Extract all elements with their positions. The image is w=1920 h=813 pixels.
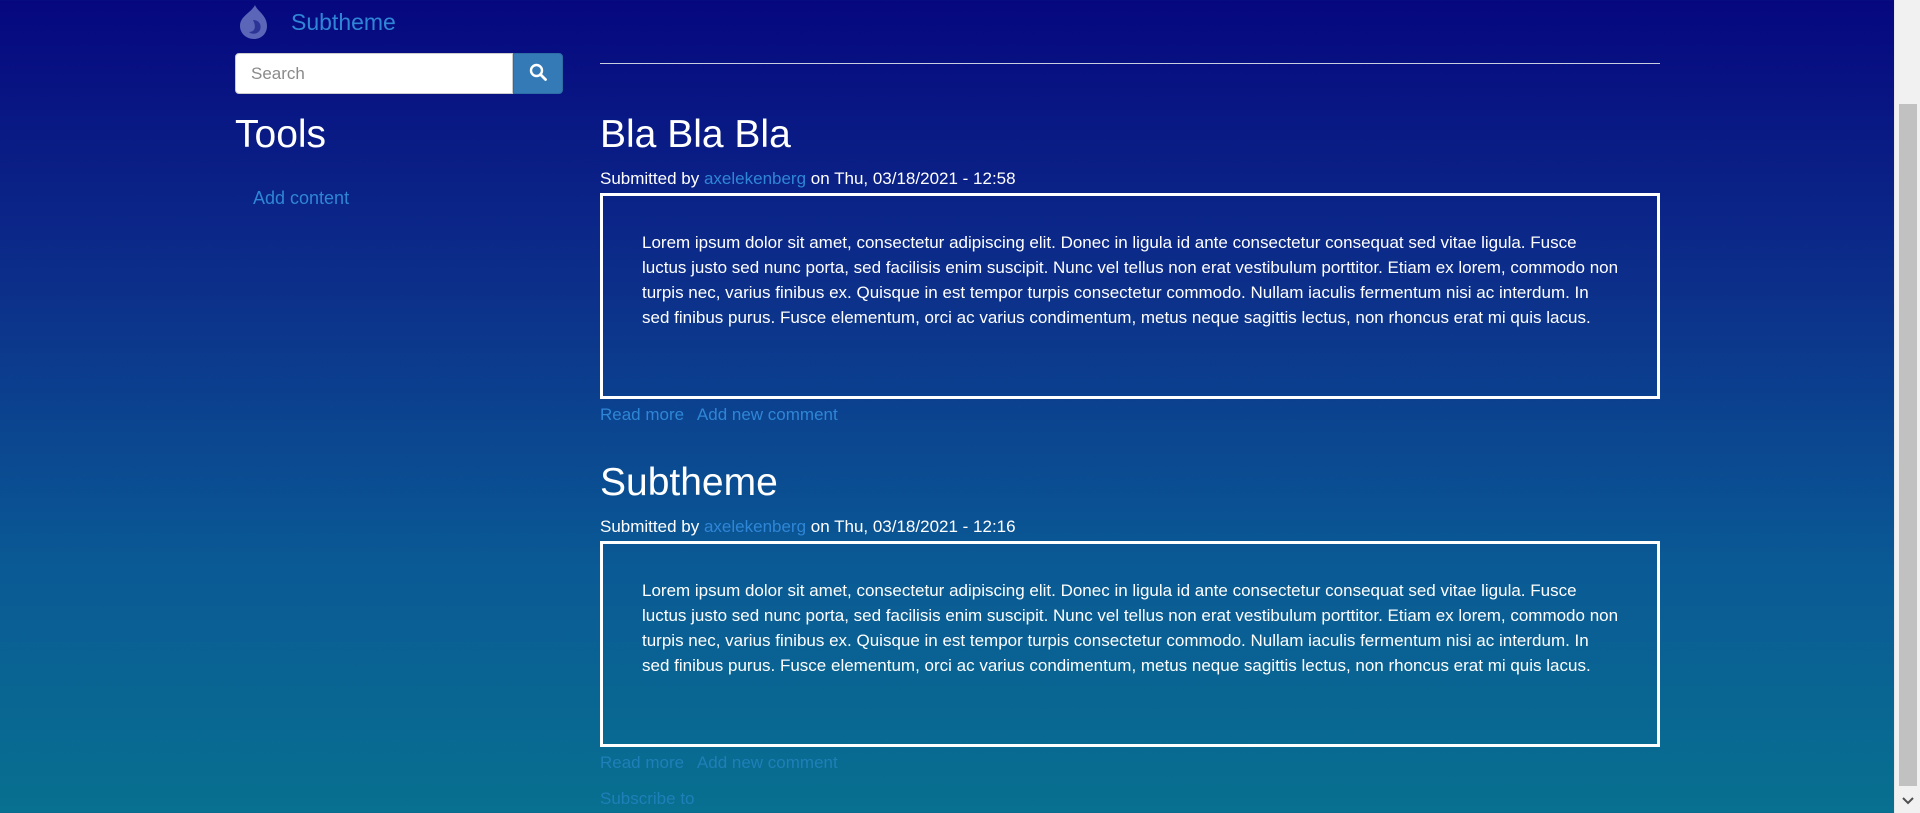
scrollbar-thumb[interactable] xyxy=(1899,104,1917,786)
article-teaser: Subtheme Submitted by axelekenberg on Th… xyxy=(600,458,1660,774)
article-body: Lorem ipsum dolor sit amet, consectetur … xyxy=(600,541,1660,747)
sidebar-link-add-content[interactable]: Add content xyxy=(253,188,349,209)
submitted-label: Submitted by xyxy=(600,517,700,536)
add-comment-link[interactable]: Add new comment xyxy=(697,753,838,772)
author-link[interactable]: axelekenberg xyxy=(704,517,806,536)
site-name[interactable]: Subtheme xyxy=(291,9,396,36)
scroll-down-arrow-icon[interactable] xyxy=(1895,791,1920,811)
search-icon xyxy=(529,63,547,84)
sidebar-title: Tools xyxy=(235,113,327,156)
article-meta: Submitted by axelekenberg on Thu, 03/18/… xyxy=(600,168,1660,190)
content-divider xyxy=(600,63,1660,64)
submitted-date: on Thu, 03/18/2021 - 12:16 xyxy=(810,517,1016,536)
article-title-text[interactable]: Subtheme xyxy=(600,461,778,504)
search-form xyxy=(235,53,563,94)
article-title[interactable]: Subtheme xyxy=(600,458,1660,508)
author-link[interactable]: axelekenberg xyxy=(704,169,806,188)
article-links: Read more Add new comment xyxy=(600,752,1660,774)
page: Subtheme Tools Add content Bla Bla Bla S… xyxy=(0,0,1894,813)
submitted-label: Submitted by xyxy=(600,169,700,188)
article-links: Read more Add new comment xyxy=(600,404,1660,426)
read-more-link[interactable]: Read more xyxy=(600,405,684,424)
search-button[interactable] xyxy=(513,53,563,94)
vertical-scrollbar[interactable] xyxy=(1894,0,1920,813)
site-branding[interactable]: Subtheme xyxy=(235,2,396,42)
article-teaser: Bla Bla Bla Submitted by axelekenberg on… xyxy=(600,110,1660,426)
search-input[interactable] xyxy=(235,53,513,94)
submitted-date: on Thu, 03/18/2021 - 12:58 xyxy=(810,169,1016,188)
feed-link[interactable]: Subscribe to xyxy=(600,789,695,809)
article-body: Lorem ipsum dolor sit amet, consectetur … xyxy=(600,193,1660,399)
drupal-drop-icon xyxy=(235,3,273,41)
add-comment-link[interactable]: Add new comment xyxy=(697,405,838,424)
article-title-text[interactable]: Bla Bla Bla xyxy=(600,113,791,156)
article-meta: Submitted by axelekenberg on Thu, 03/18/… xyxy=(600,516,1660,538)
read-more-link[interactable]: Read more xyxy=(600,753,684,772)
article-title[interactable]: Bla Bla Bla xyxy=(600,110,1660,160)
